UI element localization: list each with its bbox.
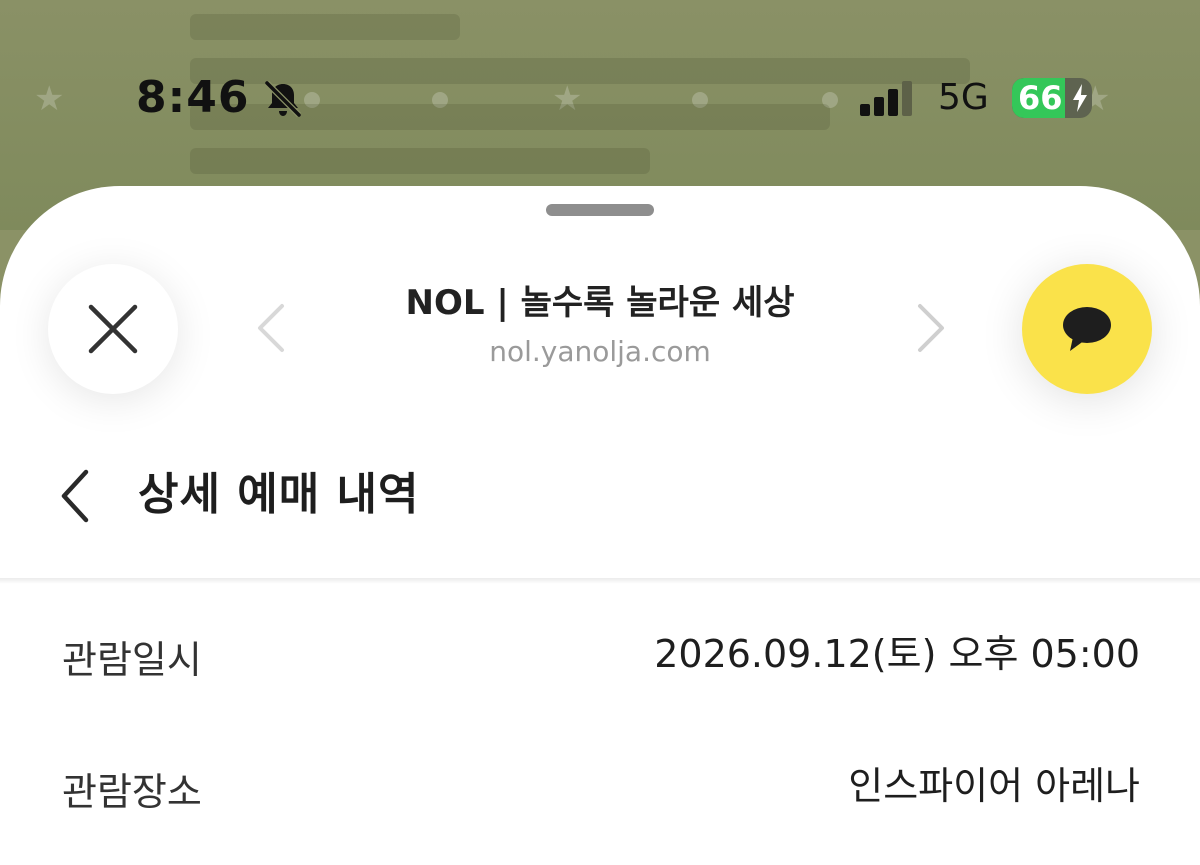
close-icon	[88, 304, 138, 354]
star-icon: ★	[34, 79, 65, 119]
close-button[interactable]	[48, 264, 178, 394]
detail-label-venue: 관람장소	[62, 770, 202, 814]
page-title: 상세 예매 내역	[138, 469, 420, 520]
detail-value-date: 2026.09.12(토) 오후 05:00	[654, 632, 1140, 676]
header-divider	[0, 578, 1200, 584]
network-type: 5G	[938, 77, 989, 118]
back-button[interactable]	[52, 466, 100, 526]
kakao-chat-icon	[1063, 307, 1111, 351]
detail-value-venue: 인스파이어 아레나	[848, 764, 1140, 808]
bolt-icon	[1073, 84, 1087, 112]
sheet-grabber[interactable]	[546, 204, 654, 216]
site-url: nol.yanolja.com	[489, 335, 711, 368]
kakao-share-button[interactable]	[1022, 264, 1152, 394]
bell-slash-icon	[264, 80, 302, 118]
background-text	[190, 58, 970, 84]
background-text	[190, 148, 650, 174]
chevron-left-icon[interactable]	[252, 302, 292, 354]
site-title: NOL | 놀수록 놀라운 세상	[405, 283, 795, 323]
battery-indicator: 66	[1012, 78, 1092, 118]
signal-bars-icon	[860, 81, 912, 116]
detail-label-date: 관람일시	[62, 638, 202, 682]
chevron-right-icon[interactable]	[910, 302, 950, 354]
battery-level: 66	[1018, 79, 1063, 117]
status-time: 8:46	[136, 72, 250, 123]
background-text	[190, 14, 460, 40]
